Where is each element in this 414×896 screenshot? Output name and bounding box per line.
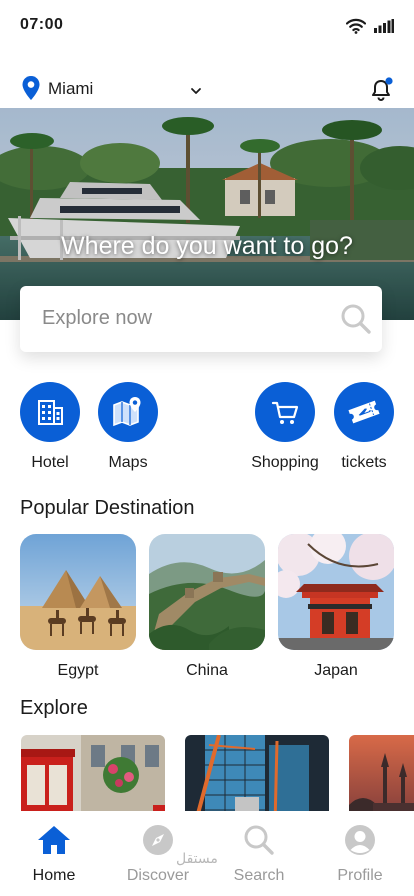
- status-time: 07:00: [20, 16, 64, 33]
- category-label: Shopping: [251, 454, 319, 471]
- section-title-popular: Popular Destination: [20, 497, 195, 519]
- bottom-navigation: Home Discover Search Profile مستقل: [0, 811, 414, 896]
- nav-home[interactable]: Home: [14, 823, 94, 885]
- status-icons: [345, 18, 394, 39]
- search-bar[interactable]: Explore now: [20, 286, 382, 352]
- search-icon[interactable]: [219, 823, 299, 857]
- search-placeholder[interactable]: Explore now: [42, 307, 152, 330]
- location-row: Miami: [0, 70, 414, 108]
- hero-title: Where do you want to go?: [61, 232, 353, 260]
- chevron-down-icon[interactable]: [190, 82, 202, 100]
- category-maps[interactable]: Maps: [88, 382, 168, 472]
- signal-icon: [374, 19, 394, 38]
- home-icon[interactable]: [14, 823, 94, 857]
- destination-card-egypt[interactable]: Egypt: [20, 534, 136, 680]
- category-shopping[interactable]: Shopping: [245, 382, 325, 472]
- nav-profile[interactable]: Profile: [320, 823, 400, 885]
- category-label: Hotel: [31, 454, 69, 471]
- location-pin-icon: [22, 76, 40, 105]
- search-icon[interactable]: [340, 303, 372, 340]
- destination-label: Egypt: [57, 662, 99, 679]
- destination-image-japan[interactable]: [278, 534, 394, 650]
- ticket-icon[interactable]: [334, 382, 394, 442]
- wifi-icon: [345, 18, 367, 39]
- destination-card-china[interactable]: China: [149, 534, 265, 680]
- hotel-icon[interactable]: [20, 382, 80, 442]
- watermark: مستقل: [176, 851, 218, 867]
- nav-label: Search: [233, 867, 285, 884]
- profile-icon[interactable]: [320, 823, 400, 857]
- destination-label: Japan: [314, 662, 358, 679]
- cart-icon[interactable]: [255, 382, 315, 442]
- nav-label: Discover: [126, 867, 190, 884]
- destination-label: China: [186, 662, 228, 679]
- location-city[interactable]: Miami: [48, 79, 93, 99]
- destination-image-egypt[interactable]: [20, 534, 136, 650]
- map-icon[interactable]: [98, 382, 158, 442]
- notification-bell-icon[interactable]: [368, 76, 394, 107]
- category-tickets[interactable]: tickets: [324, 382, 404, 472]
- nav-label: Home: [32, 867, 76, 884]
- nav-label: Profile: [337, 867, 383, 884]
- section-title-explore: Explore: [20, 697, 88, 719]
- nav-search[interactable]: Search: [219, 823, 299, 885]
- category-label: tickets: [341, 454, 387, 471]
- category-label: Maps: [108, 454, 148, 471]
- destination-image-china[interactable]: [149, 534, 265, 650]
- category-hotel[interactable]: Hotel: [10, 382, 90, 472]
- status-bar: 07:00: [0, 0, 414, 50]
- destination-card-japan[interactable]: Japan: [278, 534, 394, 680]
